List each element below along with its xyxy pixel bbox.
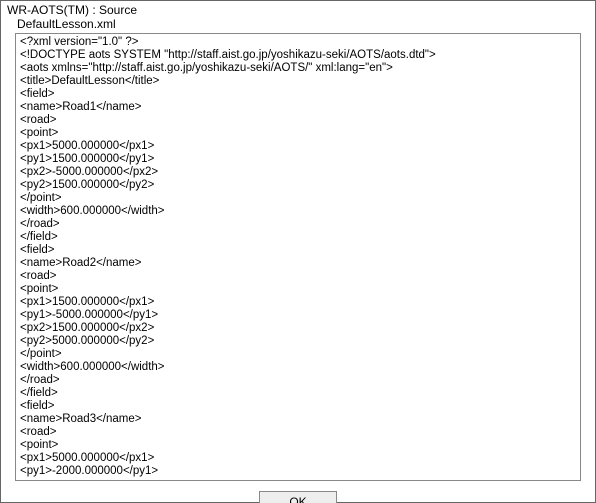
source-line: <px2>-5000.000000</px2> xyxy=(20,166,576,179)
source-line: <road> xyxy=(20,114,576,127)
source-line: <py1>1500.000000</py1> xyxy=(20,153,576,166)
source-line: <py1>-5000.000000</py1> xyxy=(20,309,576,322)
source-line: <px1>5000.000000</px1> xyxy=(20,140,576,153)
source-line: <field> xyxy=(20,244,576,257)
footer: OK xyxy=(1,485,595,503)
source-line: <py2>5000.000000</py2> xyxy=(20,335,576,348)
ok-button[interactable]: OK xyxy=(259,491,337,503)
source-line: <px1>5000.000000</px1> xyxy=(20,452,576,465)
source-line: <road> xyxy=(20,426,576,439)
filename-label: DefaultLesson.xml xyxy=(1,17,595,33)
source-line: </field> xyxy=(20,231,576,244)
source-line: </point> xyxy=(20,192,576,205)
source-line: </road> xyxy=(20,218,576,231)
source-window: WR-AOTS(TM) : Source DefaultLesson.xml <… xyxy=(0,0,596,503)
source-line: <px2>1500.000000</px2> xyxy=(20,322,576,335)
source-line: <aots xmlns="http://staff.aist.go.jp/yos… xyxy=(20,62,576,75)
window-title: WR-AOTS(TM) : Source xyxy=(1,1,595,17)
source-line: <name>Road2</name> xyxy=(20,257,576,270)
source-line: <name>Road3</name> xyxy=(20,413,576,426)
source-line: <point> xyxy=(20,127,576,140)
source-line: <field> xyxy=(20,400,576,413)
source-line: <title>DefaultLesson</title> xyxy=(20,75,576,88)
source-line: <road> xyxy=(20,270,576,283)
source-line: <name>Road1</name> xyxy=(20,101,576,114)
source-line: <px1>1500.000000</px1> xyxy=(20,296,576,309)
source-line: <field> xyxy=(20,88,576,101)
source-line: <width>600.000000</width> xyxy=(20,205,576,218)
source-line: <width>600.000000</width> xyxy=(20,361,576,374)
source-line: <point> xyxy=(20,439,576,452)
source-line: </field> xyxy=(20,387,576,400)
source-line: <py1>-2000.000000</py1> xyxy=(20,465,576,478)
source-line: </point> xyxy=(20,348,576,361)
source-scroll-area[interactable]: <?xml version="1.0" ?><!DOCTYPE aots SYS… xyxy=(16,34,580,480)
source-line: <!DOCTYPE aots SYSTEM "http://staff.aist… xyxy=(20,49,576,62)
source-line: <point> xyxy=(20,283,576,296)
source-frame: <?xml version="1.0" ?><!DOCTYPE aots SYS… xyxy=(15,33,581,481)
source-line: <py2>1500.000000</py2> xyxy=(20,179,576,192)
source-line: <?xml version="1.0" ?> xyxy=(20,36,576,49)
source-line: </road> xyxy=(20,374,576,387)
